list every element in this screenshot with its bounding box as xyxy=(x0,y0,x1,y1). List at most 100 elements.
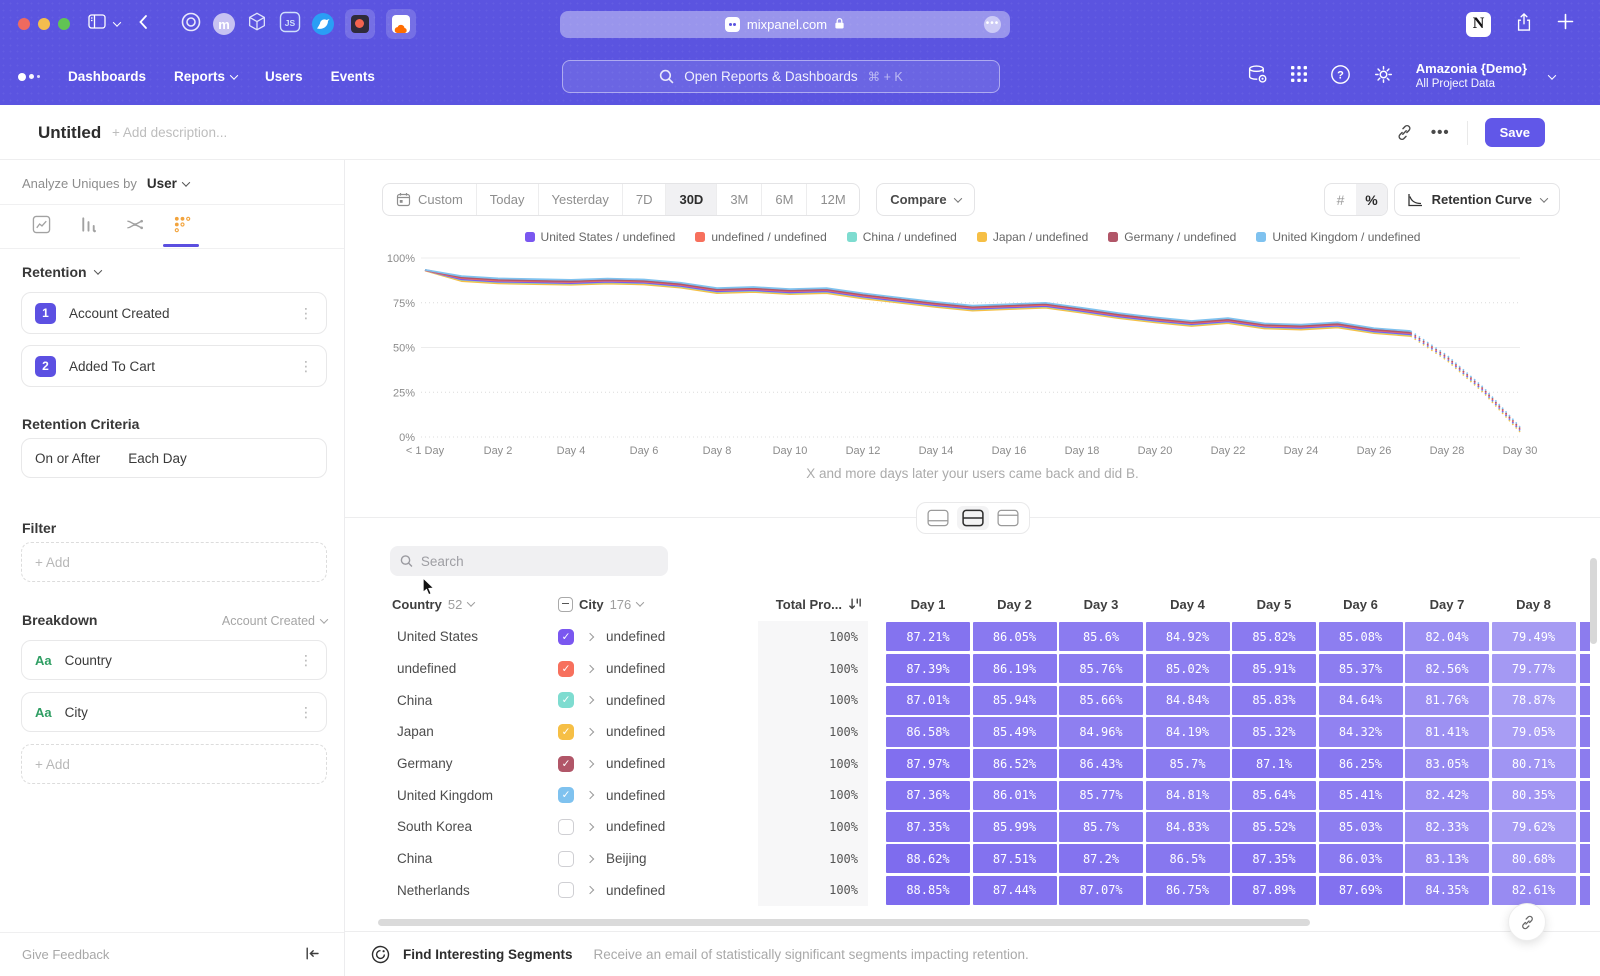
row-checkbox[interactable] xyxy=(558,851,574,867)
cloud-extension-icon[interactable] xyxy=(386,9,416,39)
retention-value-cell[interactable]: 87.44% xyxy=(973,876,1057,905)
expand-row-icon[interactable] xyxy=(586,728,594,736)
retention-value-cell[interactable]: 79.77% xyxy=(1492,654,1576,683)
retention-value-cell[interactable]: 86.75% xyxy=(1146,876,1230,905)
nav-item-events[interactable]: Events xyxy=(331,69,375,84)
retention-value-cell[interactable]: 85.91% xyxy=(1232,654,1316,683)
retention-value-cell[interactable]: 84.84% xyxy=(1146,686,1230,715)
retention-value-cell[interactable]: 84.35% xyxy=(1405,876,1489,905)
retention-value-cell[interactable]: 87.35% xyxy=(1232,844,1316,873)
total-column-header[interactable]: Total Pro... xyxy=(758,597,868,612)
retention-value-cell[interactable]: 80.68% xyxy=(1492,844,1576,873)
breakdown-event-dropdown[interactable]: Account Created xyxy=(222,614,327,628)
retention-value-cell[interactable]: 85.99% xyxy=(973,812,1057,841)
row-country[interactable]: China xyxy=(375,684,558,716)
retention-value-cell[interactable]: 84.92% xyxy=(1146,622,1230,651)
global-search-button[interactable]: Open Reports & Dashboards ⌘ + K xyxy=(562,60,1000,93)
retention-value-cell[interactable]: 85.49% xyxy=(973,717,1057,746)
retention-step-1[interactable]: 1 Account Created ⋮ xyxy=(21,292,327,334)
retention-value-cell[interactable]: 85.08% xyxy=(1319,622,1403,651)
new-tab-icon[interactable] xyxy=(1557,13,1574,35)
expand-row-icon[interactable] xyxy=(586,886,594,894)
range-yesterday[interactable]: Yesterday xyxy=(538,184,622,215)
day-column-header[interactable]: Day 1 xyxy=(886,597,970,612)
retention-value-cell[interactable]: 85.66% xyxy=(1059,686,1143,715)
nav-item-dashboards[interactable]: Dashboards xyxy=(68,69,146,84)
retention-value-cell[interactable]: 85.32% xyxy=(1232,717,1316,746)
criteria-on-or-after[interactable]: On or After xyxy=(35,451,100,466)
expand-row-icon[interactable] xyxy=(586,823,594,831)
range-custom[interactable]: Custom xyxy=(383,184,476,215)
save-button[interactable]: Save xyxy=(1485,118,1545,147)
retention-value-cell[interactable]: 85.6% xyxy=(1059,622,1143,651)
retention-step-2[interactable]: 2 Added To Cart ⋮ xyxy=(21,345,327,387)
retention-value-cell[interactable]: 79.05% xyxy=(1492,717,1576,746)
report-title[interactable]: Untitled xyxy=(38,123,101,143)
range-30d[interactable]: 30D xyxy=(665,184,716,215)
cube-extension-icon[interactable] xyxy=(246,11,268,38)
retention-value-cell[interactable]: 85.64% xyxy=(1232,781,1316,810)
retention-value-cell[interactable]: 82.56% xyxy=(1405,654,1489,683)
table-search[interactable] xyxy=(390,546,668,576)
retention-value-cell[interactable]: 85.52% xyxy=(1232,812,1316,841)
js-extension-icon[interactable]: JS xyxy=(279,11,301,38)
table-only-view-icon[interactable] xyxy=(992,506,1024,530)
retention-value-cell[interactable]: 87.21% xyxy=(886,622,970,651)
retention-value-cell[interactable]: 87.39% xyxy=(886,654,970,683)
breakdown-more-icon[interactable]: ⋮ xyxy=(299,652,313,669)
zoom-window-button[interactable] xyxy=(58,18,70,30)
day-column-header[interactable]: Day 3 xyxy=(1059,597,1143,612)
project-chevron-icon[interactable] xyxy=(1548,71,1556,79)
range-3m[interactable]: 3M xyxy=(716,184,761,215)
retention-value-cell[interactable]: 85.7% xyxy=(1146,749,1230,778)
give-feedback-link[interactable]: Give Feedback xyxy=(22,947,109,962)
tab-retention-active[interactable] xyxy=(172,214,192,234)
retention-value-cell[interactable]: 83.05% xyxy=(1405,749,1489,778)
sidebar-menu-chevron-icon[interactable] xyxy=(113,18,121,26)
row-checkbox[interactable]: ✓ xyxy=(558,629,574,645)
row-country[interactable]: undefined xyxy=(375,653,558,685)
retention-value-cell[interactable]: 84.32% xyxy=(1319,717,1403,746)
retention-value-cell[interactable]: 85.37% xyxy=(1319,654,1403,683)
day-column-header[interactable]: Day 5 xyxy=(1232,597,1316,612)
copy-link-icon[interactable] xyxy=(1395,123,1414,142)
row-country[interactable]: Germany xyxy=(375,748,558,780)
retention-value-cell[interactable]: 87.89% xyxy=(1232,876,1316,905)
retention-value-cell[interactable]: 85.83% xyxy=(1232,686,1316,715)
retention-value-cell[interactable]: 85.02% xyxy=(1146,654,1230,683)
retention-value-cell[interactable]: 84.19% xyxy=(1146,717,1230,746)
retention-value-cell[interactable]: 86.25% xyxy=(1319,749,1403,778)
country-column-header[interactable]: Country 52 xyxy=(375,597,558,612)
range-7d[interactable]: 7D xyxy=(622,184,666,215)
project-switcher[interactable]: Amazonia {Demo} All Project Data xyxy=(1416,61,1527,92)
retention-value-cell[interactable]: 88.62% xyxy=(886,844,970,873)
retention-value-cell[interactable]: 80.71% xyxy=(1492,749,1576,778)
retention-value-cell[interactable]: 87.1% xyxy=(1232,749,1316,778)
retention-value-cell[interactable]: 82.33% xyxy=(1405,812,1489,841)
expand-row-icon[interactable] xyxy=(586,664,594,672)
select-all-checkbox[interactable] xyxy=(558,597,573,612)
retention-value-cell[interactable]: 85.77% xyxy=(1059,781,1143,810)
analyze-entity-dropdown[interactable]: User xyxy=(147,176,177,191)
format-percent-button[interactable]: % xyxy=(1356,184,1387,215)
day-column-header[interactable]: Day 4 xyxy=(1146,597,1230,612)
split-view-icon[interactable] xyxy=(957,506,989,530)
row-checkbox[interactable]: ✓ xyxy=(558,756,574,772)
row-checkbox[interactable] xyxy=(558,819,574,835)
retention-value-cell[interactable]: 86.01% xyxy=(973,781,1057,810)
retention-line-chart[interactable]: 100%75%50%25%0%< 1 DayDay 2Day 4Day 6Day… xyxy=(345,252,1600,468)
red-extension-icon[interactable] xyxy=(345,9,375,39)
address-bar[interactable]: mixpanel.com ••• xyxy=(560,11,1010,38)
retention-value-cell[interactable]: 85.03% xyxy=(1319,812,1403,841)
retention-value-cell[interactable]: 84.64% xyxy=(1319,686,1403,715)
row-checkbox[interactable]: ✓ xyxy=(558,661,574,677)
notion-extension-icon[interactable]: N xyxy=(1466,12,1491,37)
m-avatar-extension-icon[interactable]: m xyxy=(213,13,235,35)
bird-extension-icon[interactable] xyxy=(312,13,334,35)
row-country[interactable]: Japan xyxy=(375,716,558,748)
day-column-header[interactable]: Day 2 xyxy=(973,597,1057,612)
share-icon[interactable] xyxy=(1515,12,1533,37)
mixpanel-logo-icon[interactable] xyxy=(18,73,40,81)
row-checkbox[interactable]: ✓ xyxy=(558,692,574,708)
row-country[interactable]: United States xyxy=(375,621,558,653)
